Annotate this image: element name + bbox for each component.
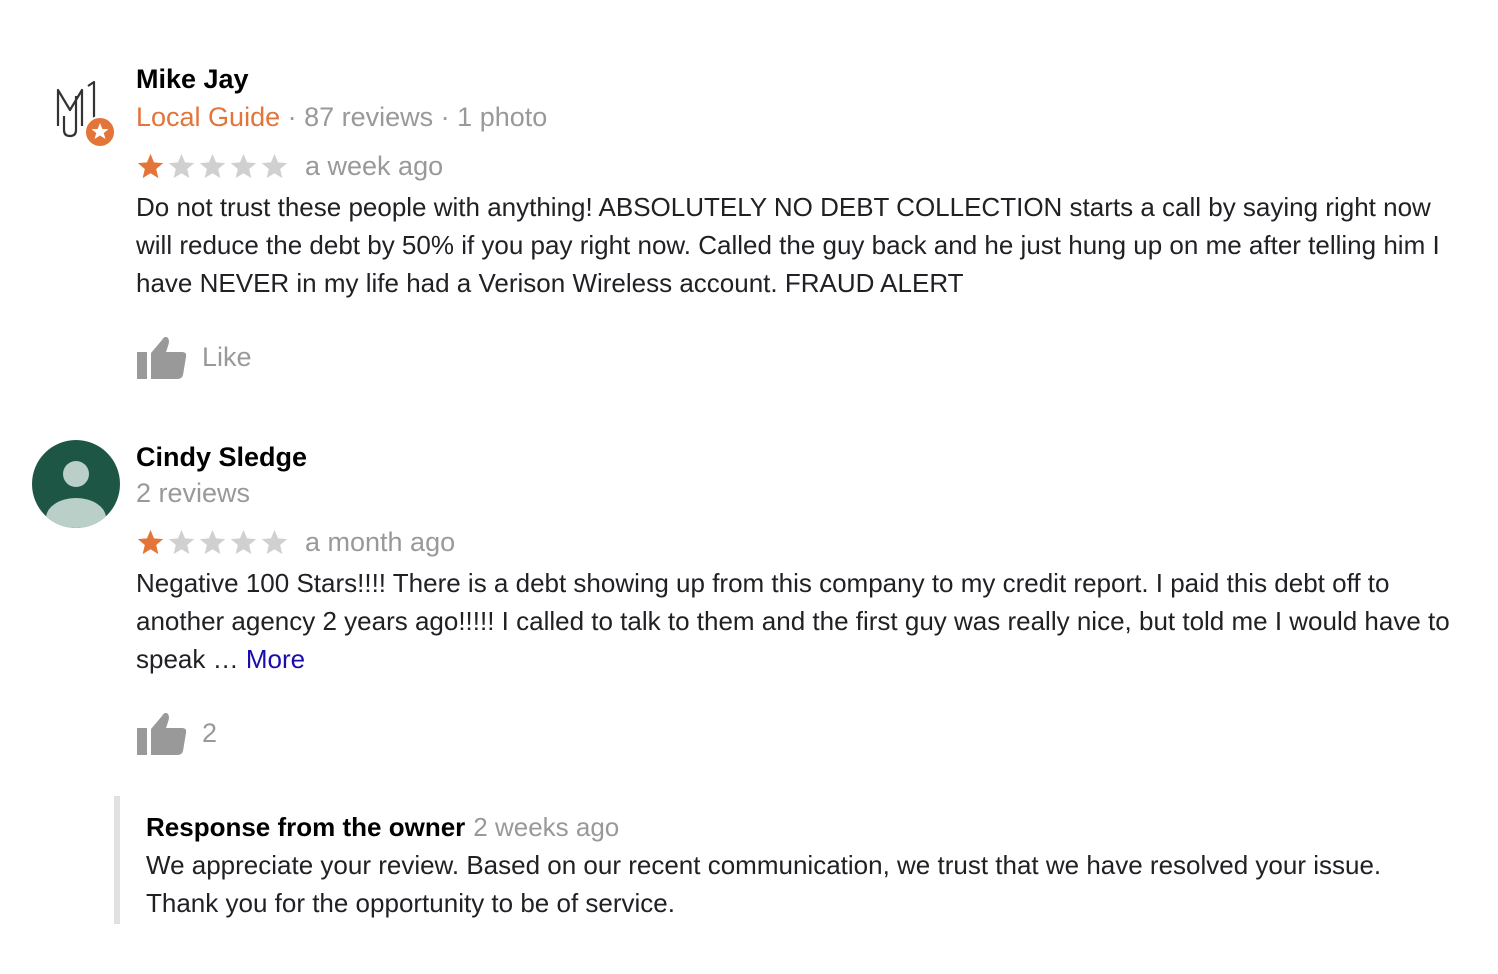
- star-empty-icon: [230, 529, 257, 554]
- photo-count: 1 photo: [457, 102, 548, 132]
- review-text-body: Negative 100 Stars!!!! There is a debt s…: [136, 568, 1450, 674]
- star-empty-icon: [261, 529, 288, 554]
- like-button[interactable]: 2: [136, 708, 1466, 758]
- reviewer-meta: Local Guide · 87 reviews · 1 photo: [136, 102, 548, 132]
- star-empty-icon: [168, 153, 195, 178]
- owner-response: Response from the owner 2 weeks ago We ap…: [114, 796, 1486, 924]
- review-text: Do not trust these people with anything!…: [136, 192, 1440, 298]
- star-empty-icon: [230, 153, 257, 178]
- review-time: a month ago: [305, 526, 456, 557]
- review-count: 87 reviews: [304, 102, 434, 132]
- star-rating: [136, 152, 289, 181]
- star-filled-icon: [137, 529, 164, 554]
- reviewer-name[interactable]: Mike Jay: [136, 62, 1466, 96]
- person-icon: [32, 440, 120, 528]
- rating-row: a month ago: [136, 524, 1466, 560]
- owner-response-title: Response from the owner: [146, 812, 466, 842]
- review-text: Negative 100 Stars!!!! There is a debt s…: [136, 564, 1456, 678]
- like-button[interactable]: Like: [136, 332, 1466, 382]
- review-count: 2 reviews: [136, 478, 251, 508]
- reviewer-avatar[interactable]: [50, 76, 122, 148]
- star-filled-icon: [137, 153, 164, 178]
- local-guide-badge-icon: [84, 116, 116, 148]
- reviewer-name[interactable]: Cindy Sledge: [136, 440, 1466, 474]
- thumbs-up-icon: [137, 336, 187, 379]
- star-rating: [136, 528, 289, 557]
- owner-response-header: Response from the owner 2 weeks ago: [146, 810, 1486, 844]
- owner-response-time: 2 weeks ago: [473, 812, 620, 842]
- local-guide-label: Local Guide: [136, 102, 281, 132]
- star-empty-icon: [261, 153, 288, 178]
- rating-row: a week ago: [136, 148, 1466, 184]
- review-time: a week ago: [305, 150, 444, 181]
- more-link[interactable]: More: [246, 644, 305, 674]
- owner-response-text: We appreciate your review. Based on our …: [146, 850, 1382, 918]
- like-label: Like: [202, 341, 252, 372]
- star-empty-icon: [199, 529, 226, 554]
- reviewer-meta: 2 reviews: [136, 476, 1466, 510]
- like-count: 2: [202, 717, 218, 748]
- star-empty-icon: [199, 153, 226, 178]
- star-empty-icon: [168, 529, 195, 554]
- thumbs-up-icon: [137, 712, 187, 755]
- reviewer-avatar[interactable]: [32, 440, 120, 528]
